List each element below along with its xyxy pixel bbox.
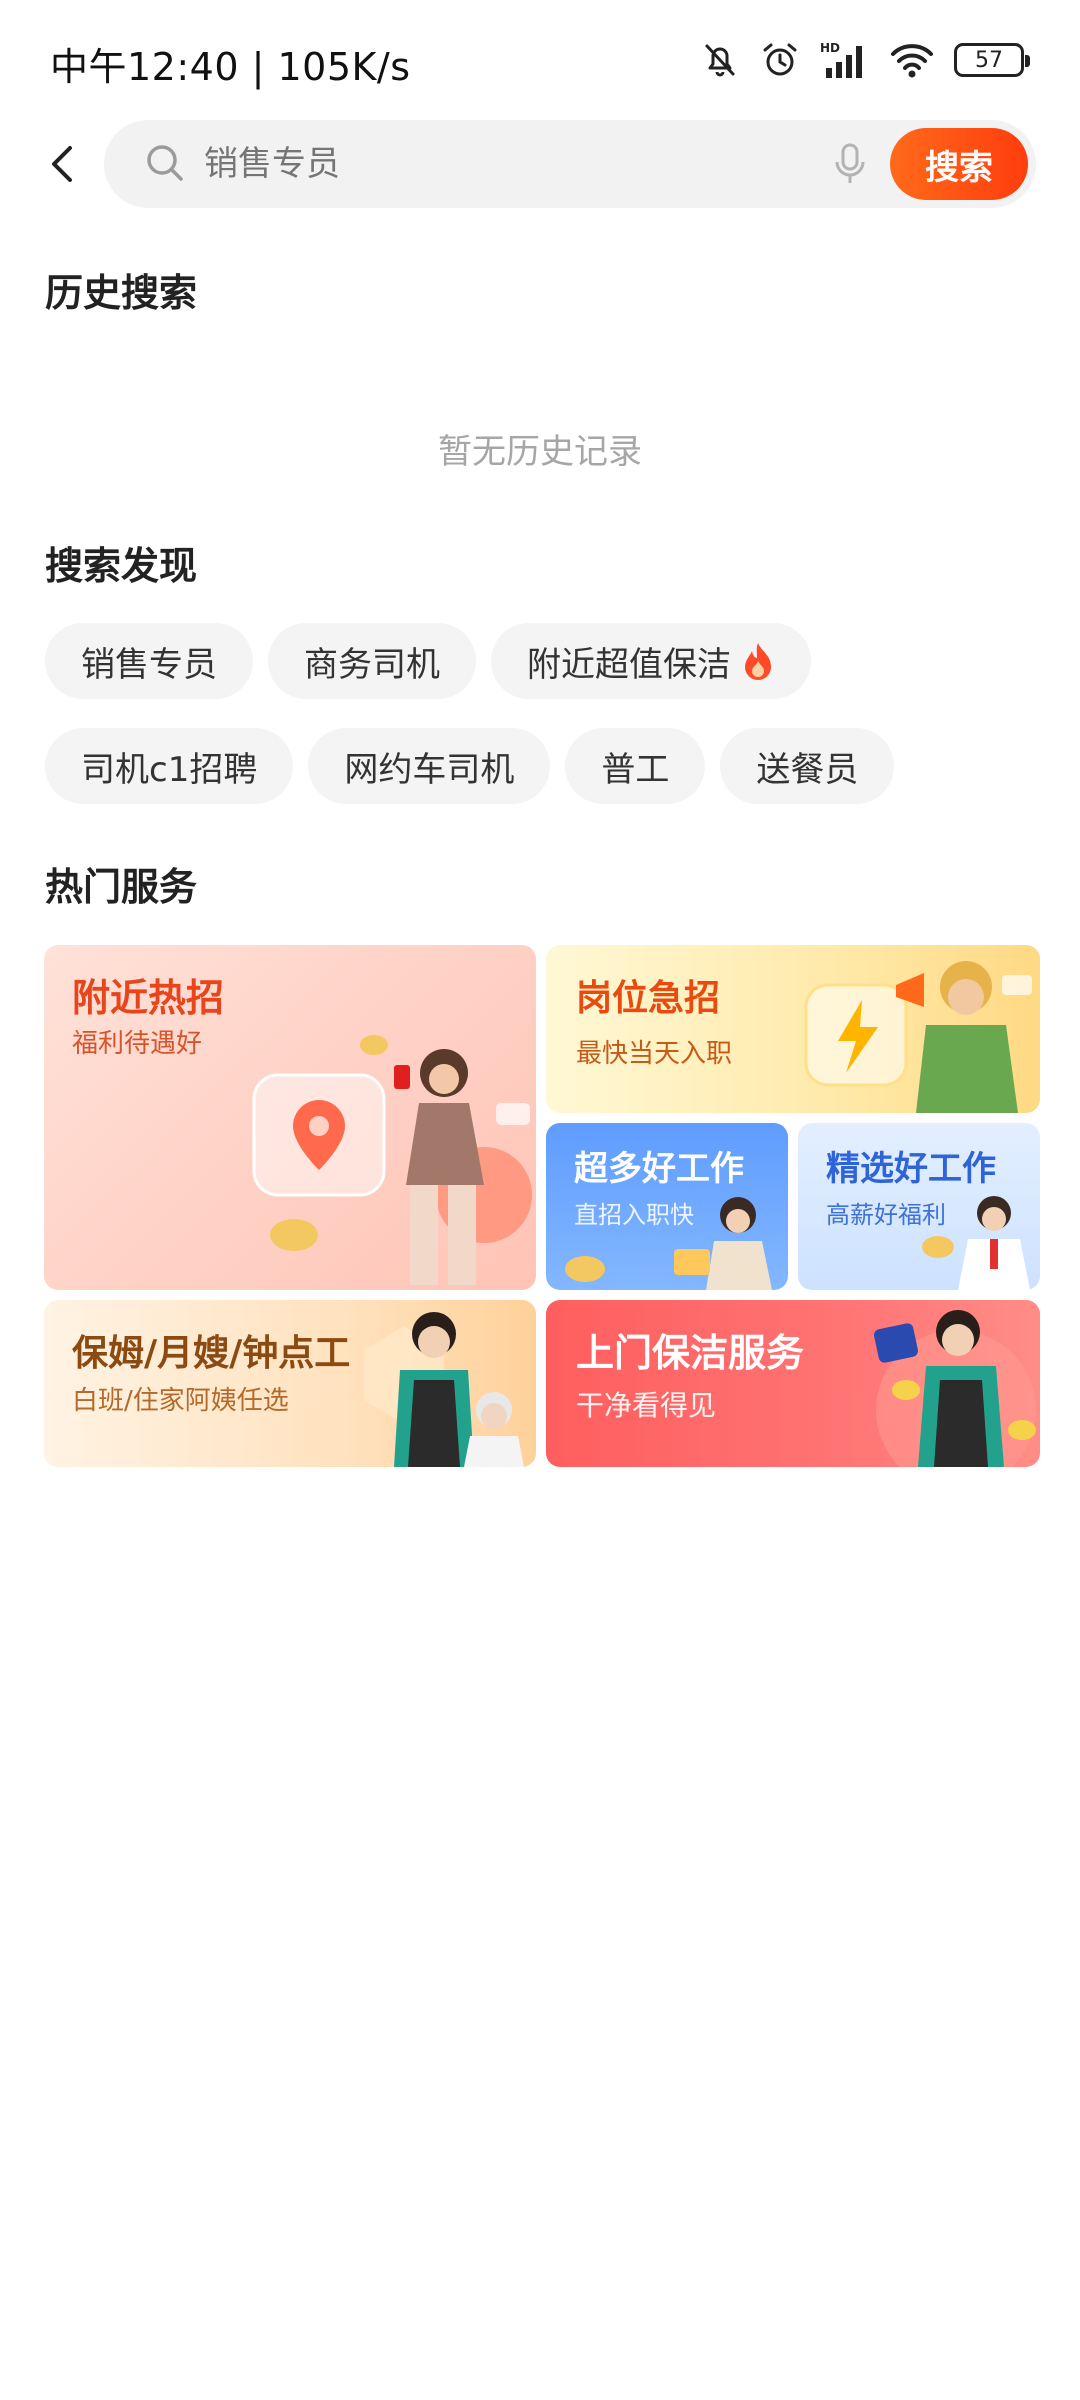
- status-icons: HD 57: [700, 38, 1030, 82]
- card-title: 附近热招: [72, 976, 225, 1020]
- woman-envelope-illustration: [674, 1197, 772, 1290]
- card-title: 保姆/月嫂/钟点工: [72, 1333, 351, 1374]
- discover-chip[interactable]: 司机c1招聘: [45, 728, 294, 804]
- back-button[interactable]: [38, 132, 86, 196]
- search-button[interactable]: 搜索: [890, 128, 1028, 200]
- card-subtitle: 最快当天入职: [576, 1039, 733, 1069]
- service-card-many-jobs[interactable]: 超多好工作 直招入职快: [546, 1123, 788, 1290]
- card-subtitle: 福利待遇好: [72, 1029, 203, 1059]
- card-subtitle: 干净看得见: [576, 1389, 717, 1422]
- chip-label: 销售专员: [81, 644, 217, 685]
- status-bar: 中午12:40 | 105K/s HD 57: [0, 0, 1080, 120]
- history-empty-text: 暂无历史记录: [438, 432, 642, 472]
- chip-label: 商务司机: [304, 644, 440, 685]
- wifi-icon: [891, 44, 933, 78]
- service-card-nanny[interactable]: 保姆/月嫂/钟点工 白班/住家阿姨任选: [44, 1300, 536, 1467]
- woman-location-illustration: [252, 1035, 532, 1285]
- discover-chip[interactable]: 销售专员: [45, 623, 253, 699]
- search-input[interactable]: [204, 120, 804, 208]
- service-card-home-cleaning[interactable]: 上门保洁服务 干净看得见: [546, 1300, 1040, 1467]
- service-card-selected-jobs[interactable]: 精选好工作 高薪好福利: [798, 1123, 1040, 1290]
- chip-label: 附近超值保洁: [527, 644, 731, 685]
- chevron-left-icon: [52, 146, 72, 182]
- discover-chip-row: 司机c1招聘 网约车司机 普工 送餐员: [45, 728, 895, 804]
- discover-title: 搜索发现: [45, 544, 198, 588]
- search-icon: [147, 145, 183, 181]
- microphone-icon[interactable]: [834, 142, 866, 186]
- discover-chip[interactable]: 商务司机: [268, 623, 476, 699]
- chip-label: 网约车司机: [344, 749, 515, 790]
- discover-chip[interactable]: 附近超值保洁: [491, 623, 811, 699]
- history-title: 历史搜索: [45, 271, 198, 315]
- battery-level: 57: [975, 47, 1003, 73]
- discover-chip[interactable]: 普工: [565, 728, 706, 804]
- discover-chip[interactable]: 网约车司机: [308, 728, 551, 804]
- card-title: 精选好工作: [826, 1149, 996, 1189]
- discover-chip-row: 销售专员 商务司机 附近超值保洁: [45, 623, 811, 699]
- card-subtitle: 白班/住家阿姨任选: [72, 1386, 289, 1416]
- status-time: 中午12:40 | 105K/s: [50, 45, 411, 89]
- svg-text:HD: HD: [820, 41, 840, 55]
- search-box[interactable]: 搜索: [104, 120, 1036, 208]
- service-card-nearby-hiring[interactable]: 附近热招 福利待遇好: [44, 945, 536, 1290]
- alarm-icon: [763, 43, 797, 76]
- cleaner-illustration: [874, 1310, 1036, 1467]
- man-thumbs-up-illustration: [922, 1196, 1030, 1290]
- card-title: 岗位急招: [576, 978, 721, 1019]
- bell-off-icon: [705, 44, 735, 77]
- worker-megaphone-illustration: [804, 961, 1032, 1113]
- battery-icon: 57: [954, 43, 1030, 77]
- flame-icon: [745, 643, 771, 680]
- chip-label: 普工: [601, 749, 670, 790]
- services-title: 热门服务: [45, 865, 198, 909]
- chip-label: 送餐员: [756, 749, 859, 790]
- hd-signal-icon: HD: [820, 41, 862, 78]
- service-card-urgent-hiring[interactable]: 岗位急招 最快当天入职: [546, 945, 1040, 1113]
- nanny-elder-illustration: [364, 1312, 524, 1467]
- discover-chip[interactable]: 送餐员: [720, 728, 895, 804]
- coin-icon: [565, 1256, 605, 1282]
- chip-label: 司机c1招聘: [81, 749, 258, 790]
- card-title: 上门保洁服务: [576, 1331, 805, 1375]
